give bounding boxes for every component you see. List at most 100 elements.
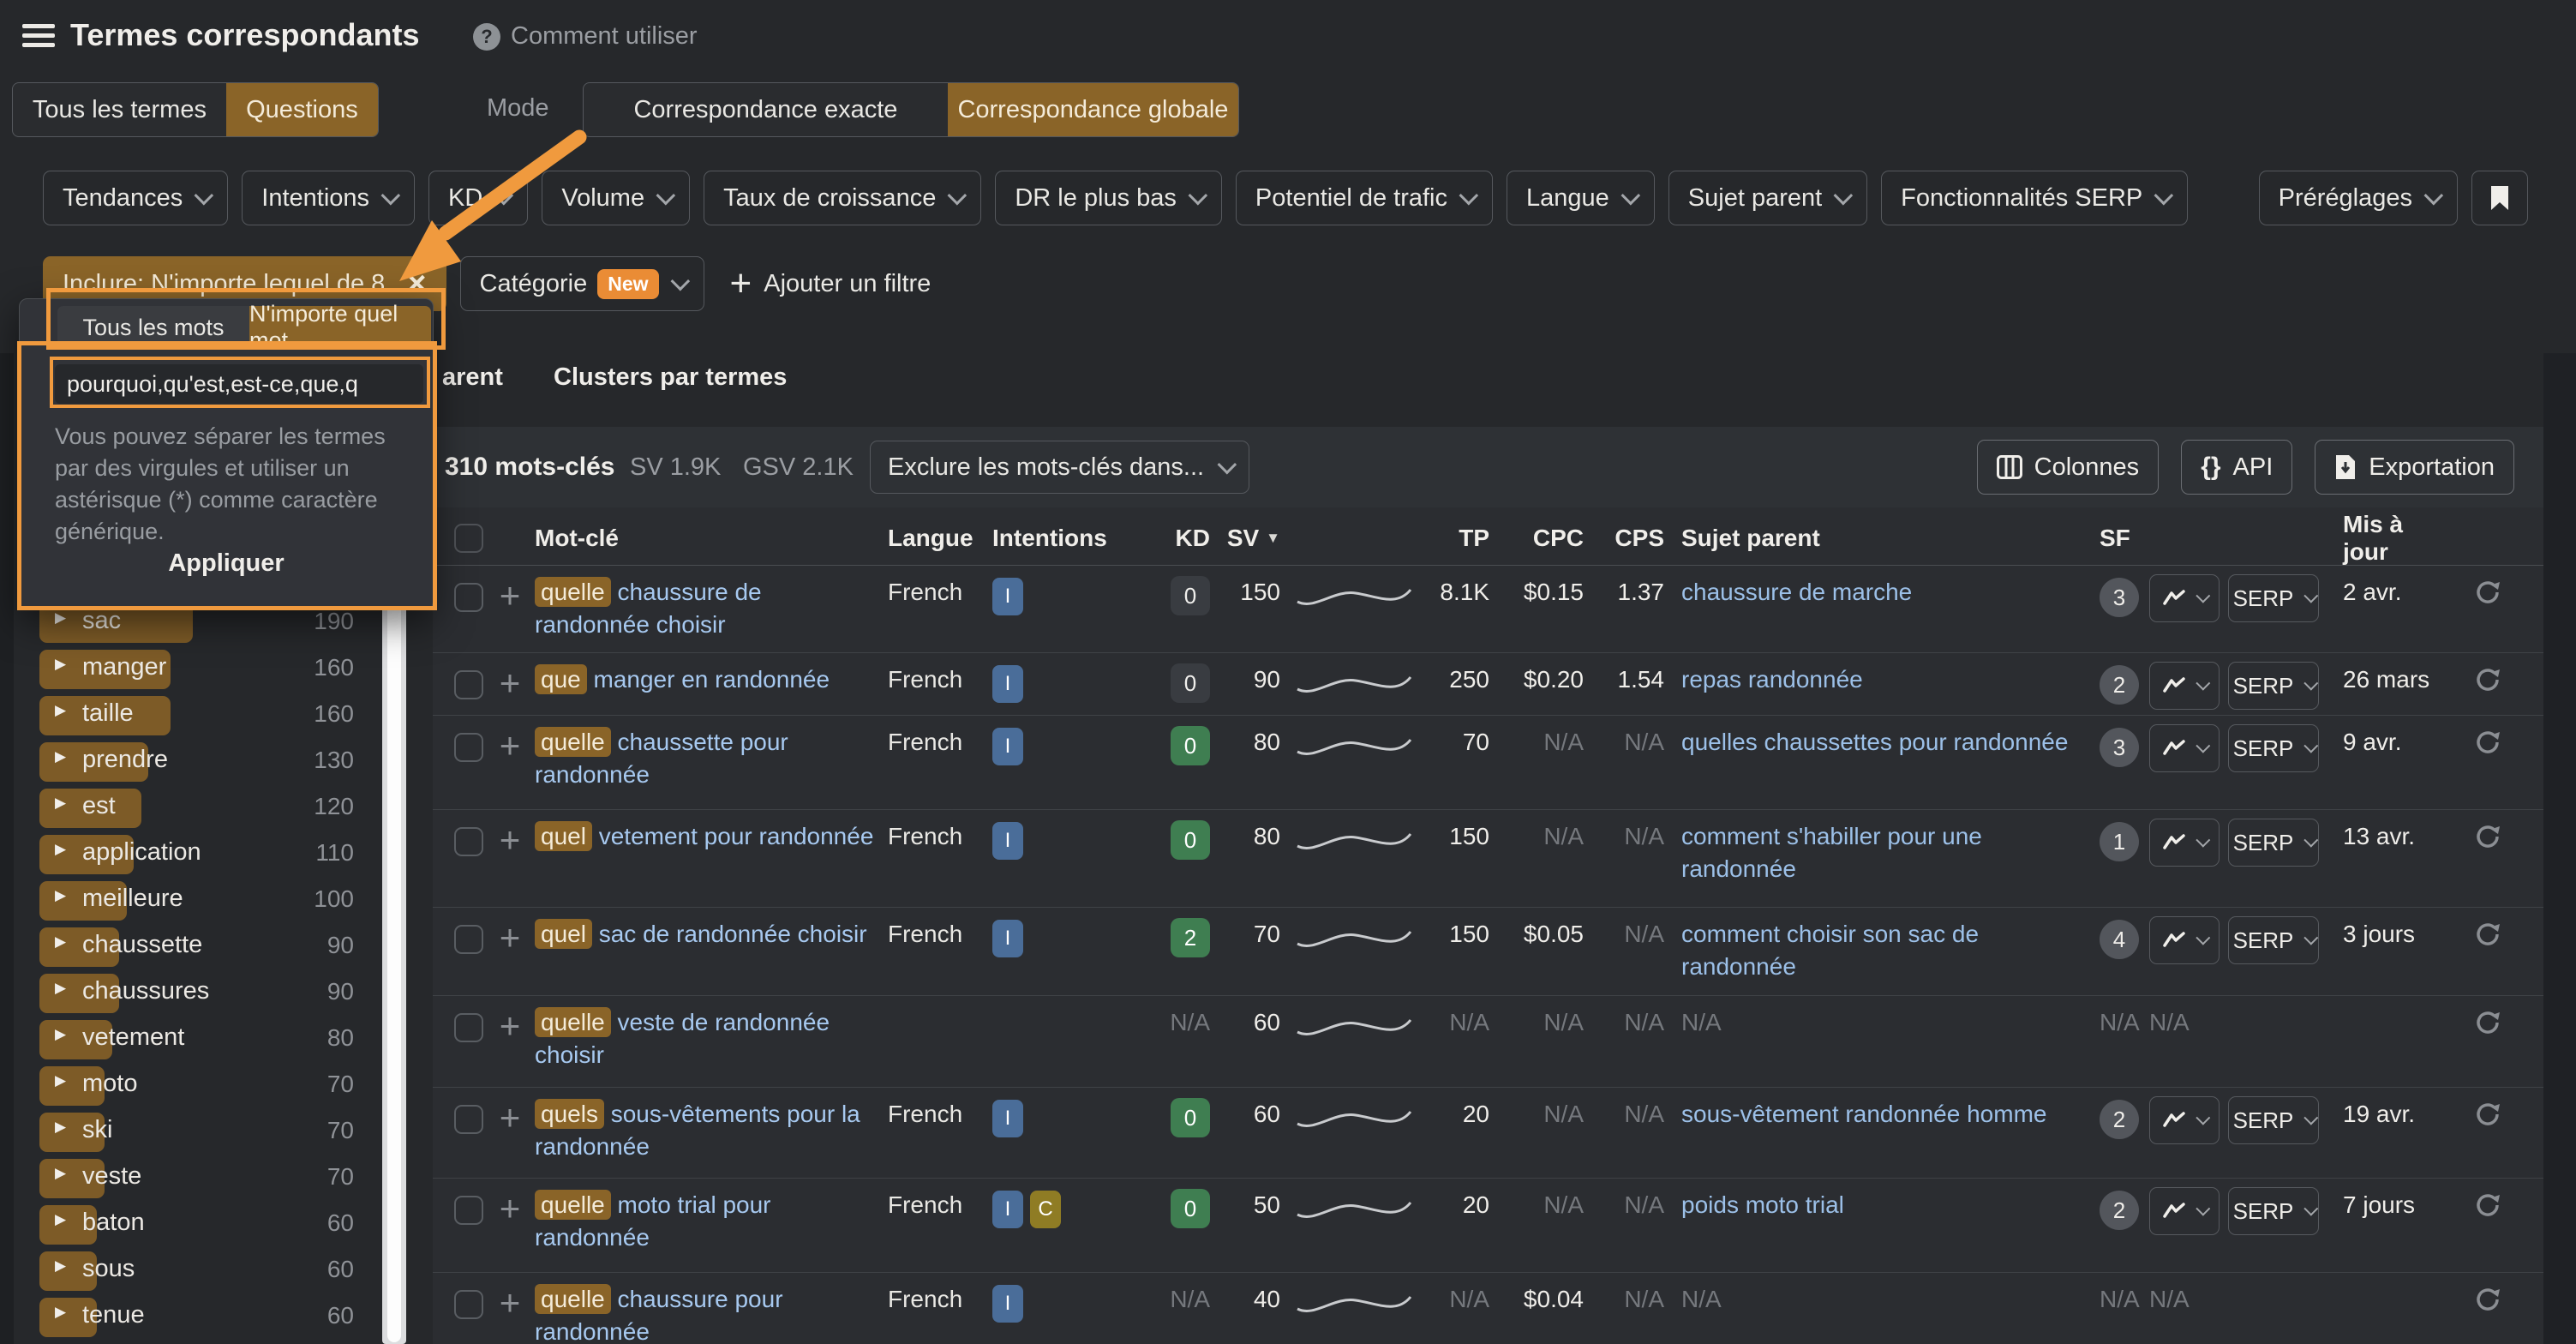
position-history-dropdown[interactable] (2149, 724, 2220, 772)
bookmark-button[interactable] (2471, 171, 2528, 225)
expand-triangle-icon[interactable]: ▶ (55, 1257, 66, 1275)
sidebar-term-item[interactable]: ▶ prendre 130 (14, 742, 382, 782)
expand-triangle-icon[interactable]: ▶ (55, 795, 66, 812)
row-checkbox[interactable] (454, 1290, 483, 1319)
expand-triangle-icon[interactable]: ▶ (55, 1026, 66, 1043)
row-checkbox[interactable] (454, 1105, 483, 1134)
parent-topic-link[interactable]: comment s'habiller pour une randonnée (1681, 823, 1982, 882)
exclude-keywords-dropdown[interactable]: Exclure les mots-clés dans... (870, 441, 1249, 494)
category-filter-dropdown[interactable]: Catégorie New (460, 256, 704, 311)
keyword-link[interactable]: quelle moto trial pour randonnée (535, 1189, 888, 1254)
col-kd[interactable]: KD (1160, 525, 1210, 552)
sidebar-term-item[interactable]: ▶ sous 60 (14, 1251, 382, 1291)
row-checkbox[interactable] (454, 1196, 483, 1225)
filter-pill[interactable]: Langue (1507, 171, 1655, 225)
col-sv-sorted[interactable]: SV▼ (1210, 525, 1280, 552)
filter-pill[interactable]: DR le plus bas (995, 171, 1222, 225)
serp-dropdown[interactable]: SERP (2228, 1187, 2319, 1235)
add-to-list-icon[interactable]: + (495, 824, 524, 856)
add-to-list-icon[interactable]: + (495, 1287, 524, 1319)
expand-triangle-icon[interactable]: ▶ (55, 933, 66, 951)
position-history-dropdown[interactable] (2149, 1096, 2220, 1144)
serp-dropdown[interactable]: SERP (2228, 916, 2319, 964)
sidebar-term-item[interactable]: ▶ manger 160 (14, 650, 382, 689)
refresh-icon[interactable] (2473, 1285, 2502, 1314)
position-history-dropdown[interactable] (2149, 574, 2220, 622)
terms-input[interactable] (55, 364, 423, 404)
expand-triangle-icon[interactable]: ▶ (55, 1119, 66, 1136)
expand-triangle-icon[interactable]: ▶ (55, 702, 66, 719)
expand-triangle-icon[interactable]: ▶ (55, 980, 66, 997)
col-cpc[interactable]: CPC (1489, 525, 1584, 552)
refresh-icon[interactable] (2473, 578, 2502, 607)
row-checkbox[interactable] (454, 583, 483, 612)
page-scrollbar-track[interactable] (2543, 353, 2576, 1344)
sidebar-term-item[interactable]: ▶ est 120 (14, 789, 382, 828)
expand-triangle-icon[interactable]: ▶ (55, 1211, 66, 1228)
serp-dropdown[interactable]: SERP (2228, 574, 2319, 622)
sidebar-scrollbar[interactable] (382, 600, 406, 1344)
sidebar-term-item[interactable]: ▶ ski 70 (14, 1113, 382, 1152)
col-sf[interactable]: SF (2093, 525, 2149, 552)
sidebar-term-item[interactable]: ▶ vetement 80 (14, 1020, 382, 1059)
tab-clusters-by-terms[interactable]: Clusters par termes (554, 363, 787, 392)
sidebar-term-item[interactable]: ▶ veste 70 (14, 1159, 382, 1198)
sidebar-term-item[interactable]: ▶ application 110 (14, 835, 382, 874)
parent-topic-link[interactable]: poids moto trial (1681, 1191, 1844, 1218)
sidebar-term-item[interactable]: ▶ tenue 60 (14, 1298, 382, 1337)
expand-triangle-icon[interactable]: ▶ (55, 656, 66, 673)
refresh-icon[interactable] (2473, 1008, 2502, 1037)
refresh-icon[interactable] (2473, 1191, 2502, 1220)
presets-dropdown[interactable]: Préréglages (2259, 171, 2458, 225)
tab-any-word[interactable]: N'importe quel mot (249, 306, 431, 349)
columns-button[interactable]: Colonnes (1977, 440, 2160, 495)
parent-topic-link[interactable]: repas randonnée (1681, 666, 1863, 693)
col-parent[interactable]: Sujet parent (1664, 525, 2093, 552)
add-to-list-icon[interactable]: + (495, 579, 524, 612)
sidebar-term-item[interactable]: ▶ baton 60 (14, 1205, 382, 1245)
parent-topic-link[interactable]: comment choisir son sac de randonnée (1681, 921, 1979, 980)
sidebar-term-item[interactable]: ▶ chaussette 90 (14, 927, 382, 967)
sidebar-term-item[interactable]: ▶ meilleure 100 (14, 881, 382, 921)
refresh-icon[interactable] (2473, 665, 2502, 694)
keyword-link[interactable]: quelle veste de randonnée choisir (535, 1006, 888, 1071)
row-checkbox[interactable] (454, 925, 483, 954)
row-checkbox[interactable] (454, 827, 483, 856)
position-history-dropdown[interactable] (2149, 662, 2220, 710)
refresh-icon[interactable] (2473, 822, 2502, 851)
tab-questions[interactable]: Questions (226, 83, 378, 136)
col-keyword[interactable]: Mot-clé (535, 525, 888, 552)
expand-triangle-icon[interactable]: ▶ (55, 887, 66, 904)
filter-pill[interactable]: Volume (542, 171, 690, 225)
serp-dropdown[interactable]: SERP (2228, 819, 2319, 867)
close-icon[interactable]: × (407, 267, 426, 300)
tab-all-terms[interactable]: Tous les termes (13, 83, 226, 136)
col-cps[interactable]: CPS (1584, 525, 1664, 552)
filter-pill[interactable]: Fonctionnalités SERP (1881, 171, 2188, 225)
apply-button[interactable]: Appliquer (20, 549, 433, 578)
tab-clusters-by-parent-partial[interactable]: arent (442, 363, 503, 392)
expand-triangle-icon[interactable]: ▶ (55, 1304, 66, 1321)
refresh-icon[interactable] (2473, 728, 2502, 757)
expand-triangle-icon[interactable]: ▶ (55, 609, 66, 627)
position-history-dropdown[interactable] (2149, 1187, 2220, 1235)
keyword-link[interactable]: que manger en randonnée (535, 663, 888, 696)
refresh-icon[interactable] (2473, 920, 2502, 949)
add-to-list-icon[interactable]: + (495, 921, 524, 954)
select-all-checkbox[interactable] (454, 524, 483, 553)
keyword-link[interactable]: quel sac de randonnée choisir (535, 918, 888, 951)
tab-all-words[interactable]: Tous les mots (57, 306, 249, 349)
row-checkbox[interactable] (454, 733, 483, 762)
export-button[interactable]: Exportation (2315, 440, 2514, 495)
add-filter-button[interactable]: + Ajouter un filtre (730, 268, 932, 298)
add-to-list-icon[interactable]: + (495, 1010, 524, 1042)
serp-dropdown[interactable]: SERP (2228, 662, 2319, 710)
keyword-link[interactable]: quelle chaussette pour randonnée (535, 726, 888, 791)
sidebar-scrollbar-thumb[interactable] (387, 602, 401, 1342)
sidebar-term-item[interactable]: ▶ moto 70 (14, 1066, 382, 1106)
filter-pill[interactable]: Taux de croissance (704, 171, 981, 225)
tab-exact-match[interactable]: Correspondance exacte (584, 83, 948, 136)
filter-pill[interactable]: Potentiel de trafic (1236, 171, 1493, 225)
parent-topic-link[interactable]: chaussure de marche (1681, 579, 1912, 605)
expand-triangle-icon[interactable]: ▶ (55, 1165, 66, 1182)
